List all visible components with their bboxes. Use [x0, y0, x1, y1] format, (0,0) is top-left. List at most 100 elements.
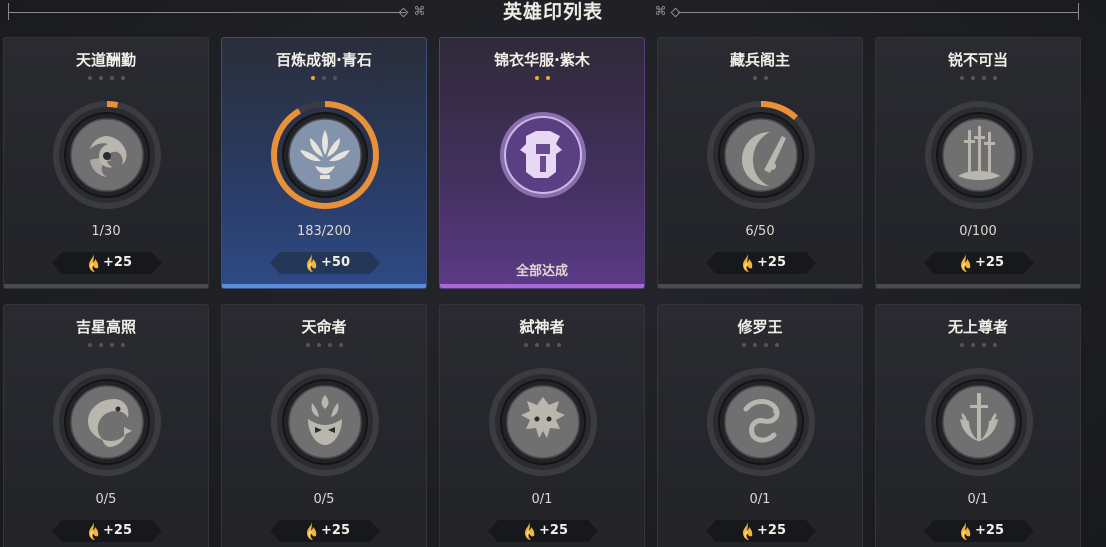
header-rule-right: [678, 12, 1078, 13]
flame-currency-icon: [85, 521, 99, 541]
star-rating: [4, 76, 208, 84]
star-dot: [120, 343, 125, 347]
star-dot: [333, 76, 337, 80]
reward-amount: +25: [757, 255, 786, 270]
seal-card[interactable]: 锦衣华服·紫木 全部达成: [439, 37, 645, 289]
dragon-head-icon: [488, 367, 598, 477]
star-dot: [752, 343, 757, 347]
seal-card[interactable]: 藏兵阁主 6/50 +25: [657, 37, 863, 289]
flame-currency-icon: [303, 253, 317, 273]
star-dot: [120, 76, 125, 80]
seal-name: 藏兵阁主: [729, 51, 790, 69]
progress-text: 0/1: [967, 492, 989, 507]
star-dot: [992, 76, 997, 80]
reward-badge: +50: [270, 252, 380, 274]
seal-card[interactable]: 锐不可当 0/100 +25: [875, 37, 1081, 289]
star-dot: [959, 76, 964, 80]
seal-name: 天道酬勤: [75, 51, 136, 69]
reward-badge: +25: [270, 520, 380, 542]
star-dot: [322, 76, 326, 80]
progress-text: 0/1: [531, 492, 553, 507]
reward-amount: +50: [321, 255, 350, 270]
seal-name: 百炼成钢·青石: [276, 51, 372, 69]
reward-amount: +25: [103, 523, 132, 538]
star-rating: [876, 76, 1080, 84]
flame-currency-icon: [85, 253, 99, 273]
reward-badge: +25: [706, 252, 816, 274]
star-dot: [109, 343, 114, 347]
koi-icon: [52, 367, 162, 477]
header: ⌘ 英雄印列表 ⌘: [0, 0, 1106, 26]
seal-name: 锦衣华服·紫木: [494, 51, 590, 69]
seal-card[interactable]: 天道酬勤 1/30 +25: [3, 37, 209, 289]
seal-card[interactable]: 弑神者 0/1 +25: [439, 304, 645, 547]
star-dot: [87, 76, 92, 80]
star-dot: [545, 76, 550, 80]
emblem-svg: [53, 101, 161, 209]
star-rating: [440, 76, 644, 84]
star-rating: [222, 343, 426, 351]
seal-card[interactable]: 天命者 0/5 +25: [221, 304, 427, 547]
reward-amount: +25: [975, 255, 1004, 270]
reward-badge: +25: [924, 520, 1034, 542]
star-dot: [305, 343, 310, 347]
star-dot: [98, 343, 103, 347]
flame-mask-icon: [270, 367, 380, 477]
progress-text: 1/30: [91, 224, 121, 239]
reward-amount: +25: [321, 523, 350, 538]
star-dot: [534, 343, 539, 347]
crescent-blade-icon: [706, 100, 816, 210]
star-dot: [327, 343, 332, 347]
swords-icon: [924, 100, 1034, 210]
flame-currency-icon: [521, 521, 535, 541]
emblem-svg: [925, 368, 1033, 476]
progress-text: 0/5: [95, 492, 117, 507]
seal-card[interactable]: 无上尊者 0/1 +25: [875, 304, 1081, 547]
header-endcap-right: [1078, 3, 1079, 20]
seal-card[interactable]: 百炼成钢·青石 183/200 +50: [221, 37, 427, 289]
progress-text: 0/100: [959, 224, 997, 239]
star-dot: [87, 343, 92, 347]
reward-badge: +25: [52, 252, 162, 274]
star-dot: [981, 343, 986, 347]
reward-amount: +25: [539, 523, 568, 538]
star-rating: [4, 343, 208, 351]
star-dot: [959, 343, 964, 347]
reward-amount: +25: [975, 523, 1004, 538]
seal-name: 弑神者: [519, 318, 565, 336]
star-dot: [774, 343, 779, 347]
star-dot: [741, 343, 746, 347]
seal-card[interactable]: 修罗王 0/1 +25: [657, 304, 863, 547]
star-dot: [338, 343, 343, 347]
star-dot: [752, 76, 757, 80]
star-rating: [658, 76, 862, 84]
seal-card[interactable]: 吉星高照 0/5 +25: [3, 304, 209, 547]
emblem-svg: [53, 368, 161, 476]
emblem-svg: [707, 101, 815, 209]
star-rating: [440, 343, 644, 351]
seal-name: 锐不可当: [947, 51, 1008, 69]
seal-name: 无上尊者: [947, 318, 1008, 336]
emblem-svg: [271, 101, 379, 209]
reward-badge: +25: [488, 520, 598, 542]
star-dot: [98, 76, 103, 80]
emblem-svg: [500, 112, 586, 198]
star-dot: [763, 76, 768, 80]
star-dot: [556, 343, 561, 347]
emblem-svg: [707, 368, 815, 476]
star-rating: [222, 76, 426, 84]
seal-grid: 天道酬勤 1/30 +25 百炼成钢·青石 183/200 +50 锦衣华服·紫…: [3, 37, 1081, 547]
star-dot: [109, 76, 114, 80]
reward-badge: +25: [924, 252, 1034, 274]
progress-text: 0/5: [313, 492, 335, 507]
star-dot: [316, 343, 321, 347]
reward-amount: +25: [103, 255, 132, 270]
flame-currency-icon: [739, 521, 753, 541]
progress-text: 183/200: [296, 224, 351, 239]
progress-text: 6/50: [745, 224, 775, 239]
hero-seal-screen: ⌘ 英雄印列表 ⌘ 天道酬勤 1/30 +25 百炼成钢·青石 183/200 …: [0, 0, 1106, 547]
star-dot: [981, 76, 986, 80]
emblem-svg: [925, 101, 1033, 209]
reward-badge: +25: [706, 520, 816, 542]
laurel-sword-icon: [924, 367, 1034, 477]
